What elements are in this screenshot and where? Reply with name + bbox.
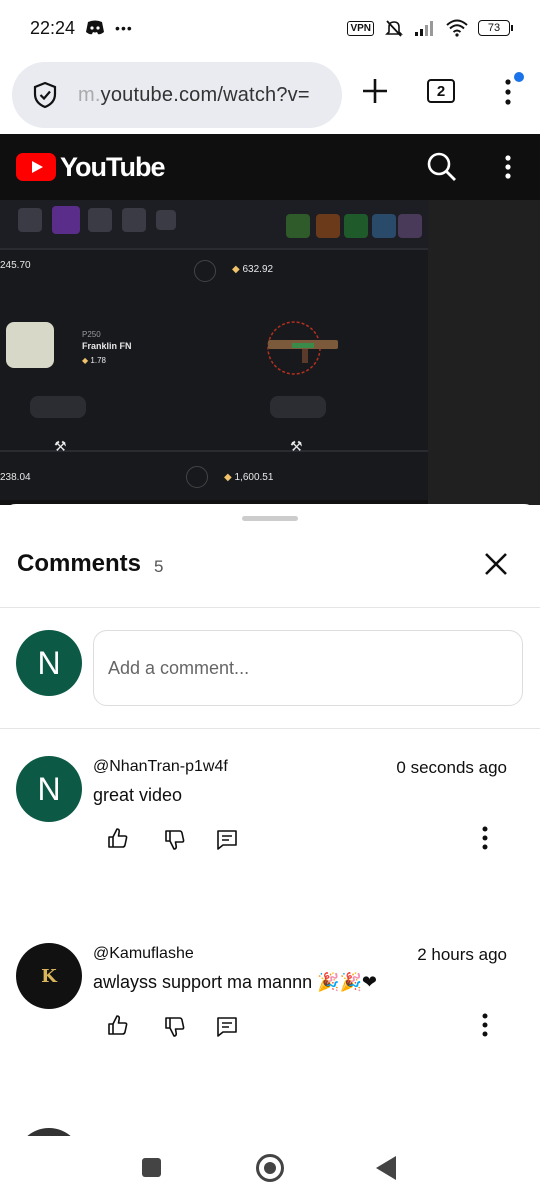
video-value-center: 632.92 xyxy=(242,264,274,275)
current-user-avatar: N xyxy=(16,630,82,696)
video-thumb xyxy=(18,208,42,232)
commenter-handle[interactable]: @NhanTran-p1w4f xyxy=(93,758,228,776)
more-options-icon[interactable] xyxy=(496,150,520,184)
youtube-logo[interactable]: YouTube xyxy=(16,151,165,183)
video-badge xyxy=(372,214,396,238)
gun-image xyxy=(6,322,54,368)
coin-icon xyxy=(186,466,208,488)
video-background xyxy=(428,200,540,505)
new-tab-plus-icon[interactable] xyxy=(358,74,392,108)
dislike-icon[interactable] xyxy=(163,828,187,852)
comment-text: great video xyxy=(93,785,183,805)
video-value: 238.04 xyxy=(0,472,31,483)
back-button[interactable] xyxy=(376,1156,396,1180)
video-value: 245.70 xyxy=(0,260,31,271)
system-nav-bar xyxy=(0,1136,540,1200)
dislike-icon[interactable] xyxy=(163,1015,187,1039)
item-model: P250 xyxy=(82,330,101,339)
comment-time: 0 seconds ago xyxy=(396,758,507,777)
commenter-handle[interactable]: @Kamuflashe xyxy=(93,945,194,963)
wifi-icon xyxy=(446,19,468,37)
cross-icon: ⚒ xyxy=(54,438,67,454)
avatar-initial: K xyxy=(41,965,57,987)
address-bar[interactable]: m.youtube.com/watch?v= xyxy=(12,62,342,128)
sheet-drag-handle[interactable] xyxy=(242,516,298,521)
item-price-value: 1.78 xyxy=(90,356,106,365)
url-text[interactable]: m.youtube.com/watch?v= xyxy=(78,84,310,107)
video-thumb xyxy=(122,208,146,232)
video-item-bar xyxy=(0,200,428,248)
video-shadow xyxy=(270,396,326,418)
youtube-wordmark: YouTube xyxy=(60,151,165,182)
diamond-icon xyxy=(194,260,216,282)
video-frame: 245.70 ◆ 632.92 P250 Franklin FN ◆ 1.78 … xyxy=(0,200,428,500)
commenter-avatar[interactable]: N xyxy=(16,756,82,822)
youtube-play-icon xyxy=(16,153,56,181)
commenter-avatar[interactable]: K xyxy=(16,943,82,1009)
cross-icon: ⚒ xyxy=(290,438,303,454)
vpn-badge: VPN xyxy=(347,20,374,36)
mute-icon xyxy=(385,20,403,37)
like-icon[interactable] xyxy=(106,826,130,850)
video-value-center-bottom: 1,600.51 xyxy=(234,472,274,483)
like-icon[interactable] xyxy=(106,1013,130,1037)
item-name: Franklin FN xyxy=(82,341,132,351)
video-badge xyxy=(316,214,340,238)
video-value: ◆ 1,600.51 xyxy=(224,472,274,483)
clock: 22:24 xyxy=(30,17,76,38)
add-comment-input[interactable]: Add a comment... xyxy=(93,630,523,706)
comment-time: 2 hours ago xyxy=(417,945,507,964)
ak-rifle-image xyxy=(267,321,338,375)
search-icon[interactable] xyxy=(426,151,458,183)
video-badge xyxy=(344,214,368,238)
video-shadow xyxy=(30,396,86,418)
video-player[interactable]: 245.70 ◆ 632.92 P250 Franklin FN ◆ 1.78 … xyxy=(0,200,540,505)
item-price: ◆ 1.78 xyxy=(82,356,106,365)
video-badge xyxy=(286,214,310,238)
youtube-header: YouTube xyxy=(0,134,540,200)
security-shield-icon[interactable] xyxy=(32,81,58,109)
video-divider xyxy=(0,248,428,250)
comments-sheet: Comments 5 N Add a comment... N @NhanTra… xyxy=(0,504,540,1194)
divider xyxy=(0,607,540,608)
comment-menu-icon[interactable] xyxy=(476,825,494,851)
video-thumb xyxy=(88,208,112,232)
url-main: youtube.com/watch?v= xyxy=(100,83,310,106)
video-badge xyxy=(398,214,422,238)
browser-toolbar: m.youtube.com/watch?v= 2 xyxy=(0,56,540,134)
discord-icon xyxy=(86,20,105,35)
home-button[interactable] xyxy=(256,1154,284,1182)
reply-icon[interactable] xyxy=(215,1015,239,1039)
comment-text: awlayss support ma mannn 🎉🎉❤ xyxy=(93,972,378,992)
video-thumb xyxy=(156,210,176,230)
reply-icon[interactable] xyxy=(215,828,239,852)
battery-indicator: 73 xyxy=(478,20,513,36)
divider xyxy=(0,728,540,729)
signal-icon xyxy=(415,21,433,36)
close-icon[interactable] xyxy=(482,550,510,578)
comments-title: Comments xyxy=(17,550,142,577)
video-value: ◆ 632.92 xyxy=(232,264,274,275)
menu-notification-dot xyxy=(514,72,524,82)
video-thumb xyxy=(52,206,80,234)
more-notifications-indicator: ••• xyxy=(115,20,133,36)
recents-button[interactable] xyxy=(142,1158,161,1177)
status-bar: 22:24 ••• VPN 73 xyxy=(0,0,540,56)
tab-switcher-button[interactable]: 2 xyxy=(427,79,455,103)
comments-count: 5 xyxy=(154,557,164,576)
url-prefix: m. xyxy=(78,83,101,106)
comment-menu-icon[interactable] xyxy=(476,1012,494,1038)
